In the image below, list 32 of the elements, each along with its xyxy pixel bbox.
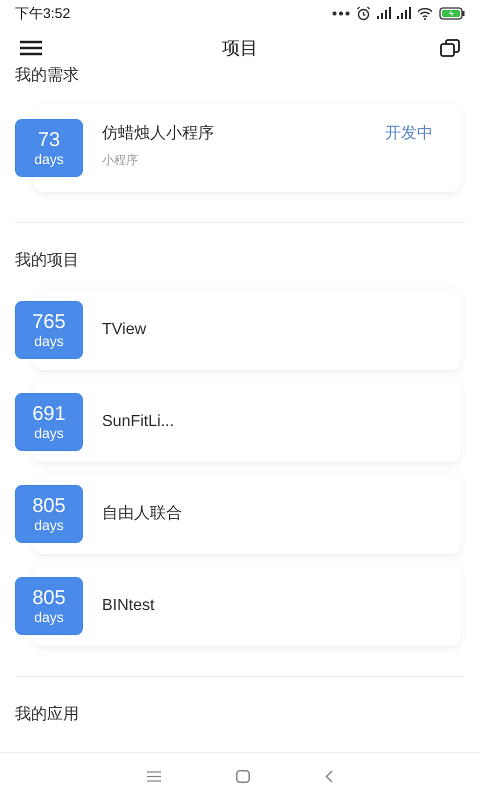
status-time: 下午3:52 — [15, 4, 70, 22]
battery-icon — [439, 6, 465, 20]
copy-icon[interactable] — [440, 39, 460, 57]
days-count: 805 — [32, 494, 66, 516]
signal-icon — [377, 7, 391, 19]
days-unit: days — [34, 516, 64, 532]
days-unit: days — [34, 332, 64, 348]
home-icon[interactable] — [236, 770, 250, 783]
project-name: SunFitLi... — [102, 412, 174, 432]
status-label: 开发中 — [385, 124, 433, 144]
project-name: 仿蜡烛人小程序 — [102, 124, 214, 144]
back-icon[interactable] — [324, 770, 333, 783]
days-count: 691 — [32, 402, 66, 424]
days-count: 765 — [32, 310, 66, 332]
days-unit: days — [34, 151, 64, 167]
more-icon — [332, 10, 350, 16]
menu-icon[interactable] — [20, 40, 42, 56]
project-name: TView — [102, 320, 146, 340]
days-count: 805 — [32, 586, 66, 608]
alarm-icon — [356, 6, 371, 20]
section-title: 我的需求 — [14, 66, 80, 86]
wifi-icon — [417, 6, 433, 20]
days-count: 73 — [38, 129, 60, 151]
project-name: BINtest — [102, 596, 154, 616]
days-unit: days — [34, 424, 64, 440]
days-unit: days — [34, 608, 64, 624]
page-title: 项目 — [222, 36, 258, 60]
section-title: 我的应用 — [14, 704, 80, 725]
signal-icon — [397, 7, 411, 19]
project-type: 小程序 — [102, 152, 139, 168]
section-title: 我的项目 — [14, 250, 80, 271]
project-name: 自由人联合 — [102, 504, 182, 524]
